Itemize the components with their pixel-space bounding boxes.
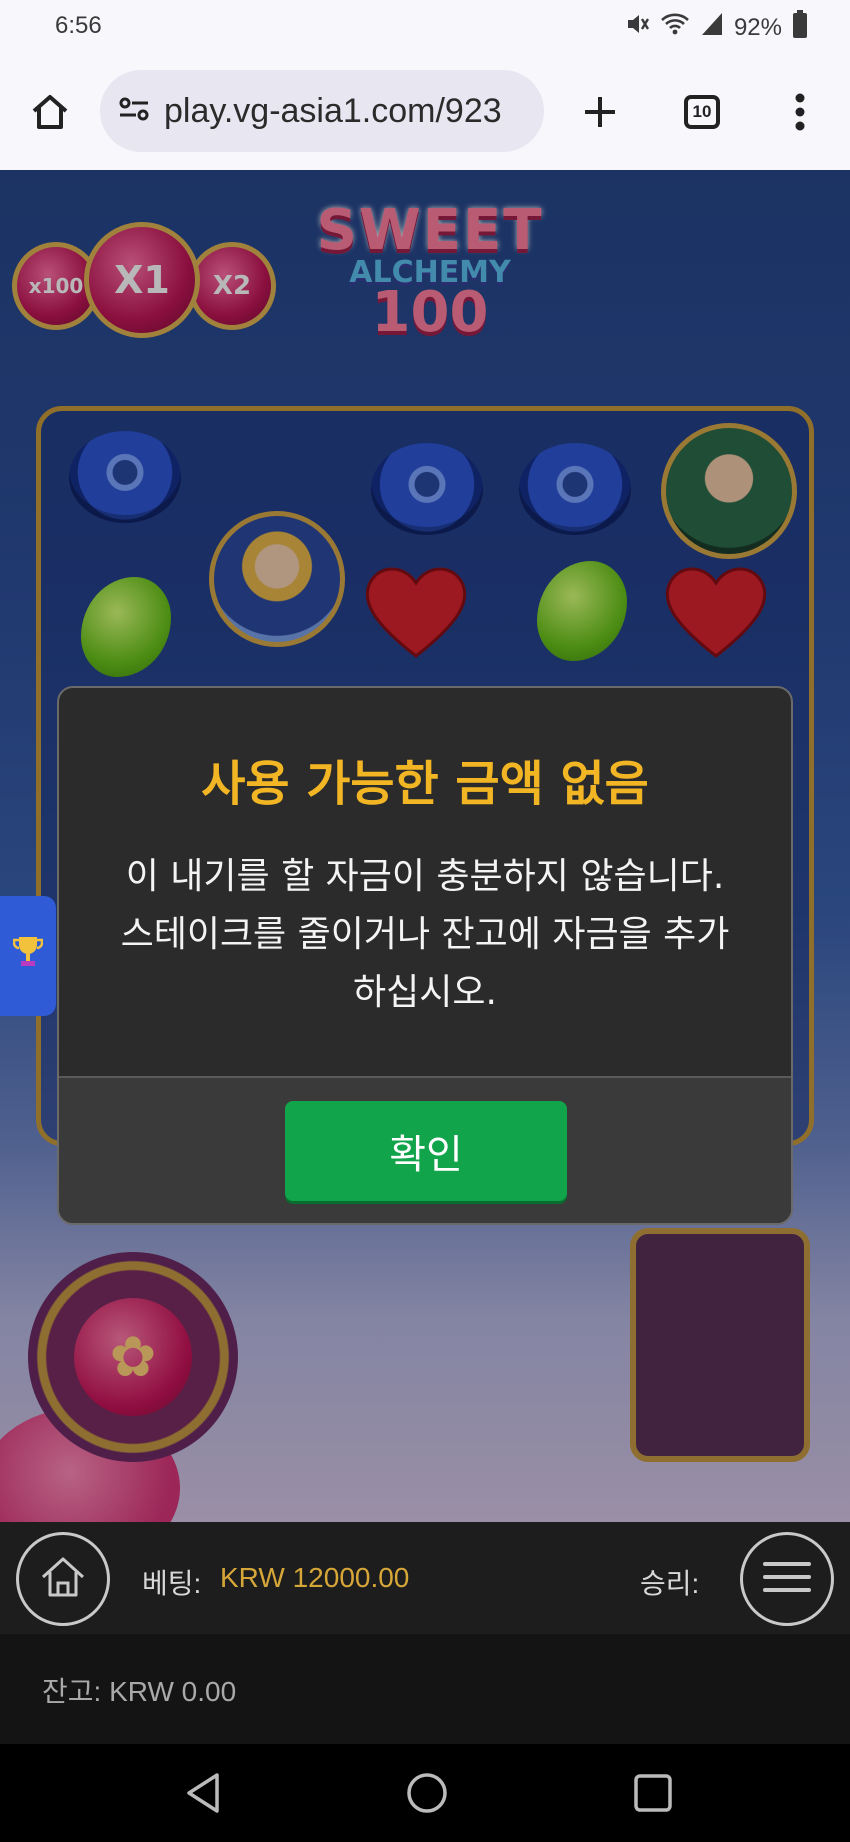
lobby-home-button[interactable]: [16, 1532, 110, 1626]
wifi-icon: [660, 11, 690, 44]
tabs-icon[interactable]: 10: [680, 90, 724, 134]
balance-text: 잔고: KRW 0.00: [42, 1676, 237, 1707]
battery-icon: [792, 10, 808, 45]
dialog-message-line: 이 내기를 할 자금이 충분하지 않습니다.: [125, 856, 725, 897]
signal-icon: [700, 11, 724, 44]
dialog-message: 이 내기를 할 자금이 충분하지 않습니다. 스테이크를 줄이거나 잔고에 자금…: [89, 848, 761, 1022]
status-time: 6:56: [55, 12, 102, 39]
site-settings-icon[interactable]: [118, 95, 150, 127]
dialog-message-line: 스테이크를 줄이거나 잔고에 자금을 추가: [120, 914, 730, 955]
more-menu-icon[interactable]: [780, 90, 820, 134]
address-bar[interactable]: play.vg-asia1.com/923: [100, 70, 544, 152]
bet-value[interactable]: KRW 12000.00: [220, 1562, 409, 1594]
battery-percent: 92%: [733, 13, 782, 41]
home-icon: [37, 1551, 89, 1607]
browser-toolbar: play.vg-asia1.com/923 10: [0, 54, 850, 170]
win-label: 승리:: [640, 1568, 700, 1599]
balance-bar: 잔고: KRW 0.00: [0, 1634, 850, 1744]
game-menu-button[interactable]: [740, 1532, 834, 1626]
mute-icon: [624, 11, 650, 44]
back-icon[interactable]: [178, 1768, 228, 1818]
bet-label: 베팅:: [142, 1568, 202, 1599]
insufficient-funds-dialog: 사용 가능한 금액 없음 이 내기를 할 자금이 충분하지 않습니다. 스테이크…: [57, 686, 793, 1225]
status-bar: 6:56 92%: [0, 0, 850, 54]
home-circle-icon[interactable]: [402, 1768, 452, 1818]
status-icons: 92%: [624, 10, 808, 45]
system-navigation-bar: [0, 1744, 850, 1842]
confirm-button[interactable]: 확인: [285, 1101, 567, 1201]
home-icon[interactable]: [28, 90, 72, 134]
dialog-title: 사용 가능한 금액 없음: [201, 756, 649, 812]
new-tab-icon[interactable]: [578, 90, 622, 134]
dialog-message-line: 하십시오.: [353, 972, 497, 1013]
url-text: play.vg-asia1.com/923: [164, 91, 502, 130]
hamburger-icon: [763, 1560, 811, 1598]
tournament-side-tab[interactable]: [0, 896, 56, 1016]
recents-icon[interactable]: [628, 1768, 678, 1818]
tab-count: 10: [684, 95, 720, 129]
trophy-icon: [12, 934, 44, 979]
game-control-bar: 베팅: KRW 12000.00 승리:: [0, 1522, 850, 1634]
